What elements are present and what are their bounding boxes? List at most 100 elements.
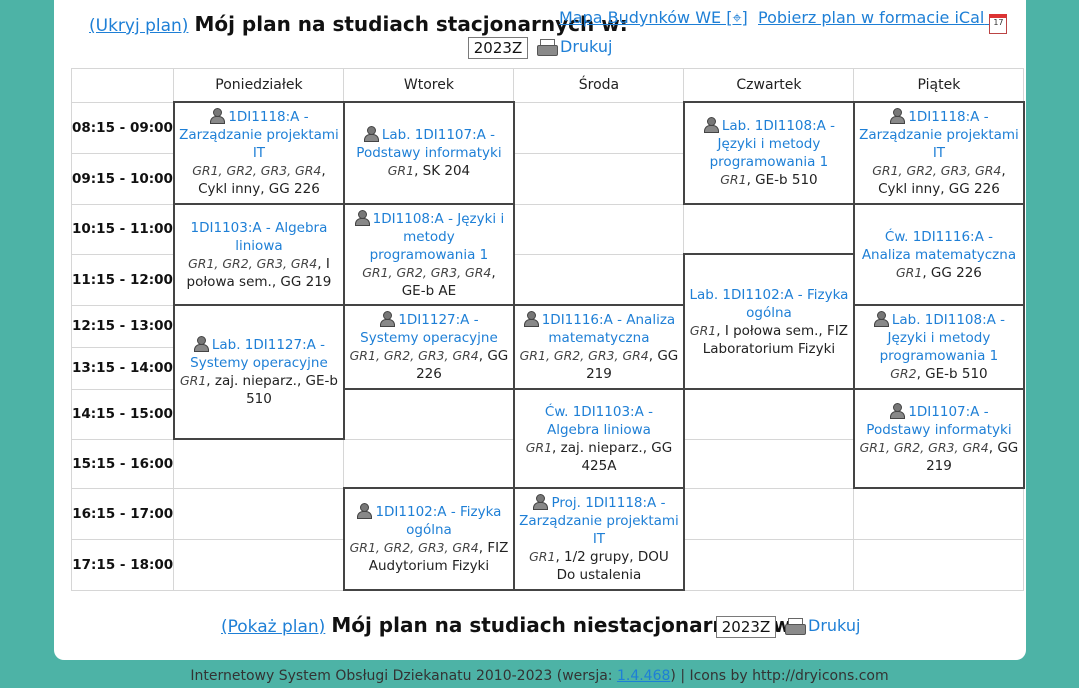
event-title[interactable]: 1DI1116:A - Analiza matematyczna [542, 312, 675, 346]
event-cell[interactable]: Lab. 1DI1127:A - Systemy operacyjne GR1,… [172, 304, 345, 440]
event-groups: GR2 [890, 366, 917, 381]
event-title[interactable]: 1DI1118:A - Zarządzanie projektami IT [859, 109, 1019, 161]
footer: Internetowy System Obsługi Dziekanatu 20… [0, 668, 1079, 684]
event-groups: GR1 [720, 172, 747, 187]
event-title[interactable]: Lab. 1DI1127:A - Systemy operacyjne [190, 337, 328, 371]
time-slot: 11:15 - 12:00 [70, 253, 175, 306]
event-groups: GR1, GR2, GR3, GR4 [188, 255, 318, 271]
event-cell[interactable]: Lab. 1DI1107:A - Podstawy informatyki GR… [342, 101, 515, 205]
event-title[interactable]: 1DI1107:A - Podstawy informatyki [866, 404, 1011, 438]
hide-plan-link[interactable]: (Ukryj plan) [89, 16, 188, 36]
user-icon [379, 311, 396, 327]
show-plan-link[interactable]: (Pokaż plan) [221, 617, 325, 637]
event-cell[interactable]: Ćw. 1DI1103:A - Algebra liniowa GR1, zaj… [512, 388, 685, 489]
user-icon [356, 503, 373, 519]
day-header: Środa [513, 68, 685, 103]
empty-cell [513, 101, 685, 154]
time-slot: 08:15 - 09:00 [70, 101, 175, 154]
event-groups: GR1 [525, 439, 553, 455]
event-title[interactable]: Ćw. 1DI1103:A - Algebra liniowa [545, 404, 653, 438]
event-title[interactable]: 1DI1108:A - Języki i metody programowani… [370, 211, 505, 263]
version-link[interactable]: 1.4.468 [617, 668, 670, 684]
event-title[interactable]: Ćw. 1DI1116:A - Analiza matematyczna [862, 229, 1016, 263]
event-title[interactable]: 1DI1102:A - Fizyka ogólna [375, 504, 501, 538]
empty-cell [853, 487, 1025, 540]
ical-link-label: Pobierz plan w formacie iCal [758, 8, 985, 27]
empty-cell [343, 438, 515, 489]
empty-cell [173, 487, 345, 540]
footer-suffix: ) | Icons by http://dryicons.com [670, 668, 889, 684]
event-cell[interactable]: 1DI1118:A - Zarządzanie projektami IT GR… [852, 101, 1025, 205]
empty-cell [513, 203, 685, 255]
event-place: , GE-b 510 [916, 366, 988, 382]
event-groups: GR1, GR2, GR3, GR4 [362, 264, 492, 280]
time-slot: 17:15 - 18:00 [70, 538, 175, 591]
time-slot: 09:15 - 10:00 [70, 152, 175, 205]
event-cell[interactable]: 1DI1127:A - Systemy operacyjne GR1, GR2,… [342, 304, 515, 390]
time-slot: 14:15 - 15:00 [70, 388, 175, 440]
event-place: , zaj. nieparz., GE-b 510 [206, 373, 338, 407]
schedule-table: Poniedziałek Wtorek Środa Czwartek Piąte… [70, 68, 1025, 591]
nonstationary-plan-header: (Pokaż plan) Mój plan na studiach niestac… [221, 613, 799, 637]
event-title[interactable]: Lab. 1DI1102:A - Fizyka ogólna [689, 287, 848, 321]
ical-download-link[interactable]: Pobierz plan w formacie iCal 17 [758, 8, 1008, 34]
empty-cell [513, 253, 685, 306]
event-groups: GR1, GR2, GR3, GR4 [519, 348, 649, 363]
event-groups: GR1 [179, 373, 207, 388]
event-cell[interactable]: Proj. 1DI1118:A - Zarządzanie projektami… [512, 487, 685, 591]
user-icon [532, 494, 549, 510]
event-title[interactable]: Lab. 1DI1108:A - Języki i metody program… [710, 118, 835, 170]
print-button[interactable]: Drukuj [536, 37, 612, 57]
event-cell[interactable]: 1DI1118:A - Zarządzanie projektami IT GR… [172, 101, 345, 205]
user-icon [703, 117, 719, 133]
day-header: Piątek [853, 68, 1025, 103]
event-cell[interactable]: 1DI1107:A - Podstawy informatyki GR1, GR… [852, 388, 1025, 489]
empty-cell [683, 203, 855, 255]
event-title[interactable]: Lab. 1DI1107:A - Podstawy informatyki [356, 127, 501, 161]
calendar-icon: 17 [989, 14, 1008, 34]
time-slot: 16:15 - 17:00 [70, 487, 175, 540]
time-slot: 15:15 - 16:00 [70, 438, 175, 489]
empty-cell [513, 152, 685, 205]
event-cell[interactable]: 1DI1103:A - Algebra liniowa GR1, GR2, GR… [172, 203, 345, 306]
event-title[interactable]: Lab. 1DI1108:A - Języki i metody program… [880, 312, 1005, 364]
event-cell[interactable]: Lab. 1DI1108:A - Języki i metody program… [682, 101, 855, 205]
user-icon [193, 336, 209, 352]
semester-select[interactable]: 2023Z [468, 37, 528, 59]
building-map-link[interactable]: Mapa Budynków WE [⌖] [559, 8, 748, 28]
empty-cell [683, 487, 855, 540]
event-groups: GR1 [529, 549, 556, 564]
stationary-plan-header: (Ukryj plan) Mój plan na studiach stacjon… [89, 12, 628, 36]
event-cell[interactable]: Ćw. 1DI1116:A - Analiza matematyczna GR1… [852, 203, 1025, 306]
event-cell[interactable]: 1DI1108:A - Języki i metody programowani… [342, 203, 515, 306]
event-groups: GR1, GR2, GR3, GR4 [349, 348, 479, 363]
event-cell[interactable]: 1DI1102:A - Fizyka ogólna GR1, GR2, GR3,… [342, 487, 515, 591]
event-cell[interactable]: Lab. 1DI1102:A - Fizyka ogólna GR1, I po… [682, 253, 855, 390]
event-groups: GR1 [896, 264, 923, 280]
printer-icon [784, 617, 806, 636]
day-header: Poniedziałek [173, 68, 345, 103]
event-groups: GR1, GR2, GR3, GR4 [192, 163, 322, 178]
event-cell[interactable]: 1DI1116:A - Analiza matematyczna GR1, GR… [512, 304, 685, 390]
event-groups: GR1, GR2, GR3, GR4 [349, 540, 479, 555]
semester-select-2[interactable]: 2023Z [716, 616, 776, 638]
event-title[interactable]: 1DI1103:A - Algebra liniowa [191, 220, 328, 254]
event-place: , SK 204 [414, 163, 471, 179]
user-icon [889, 402, 906, 419]
event-place: , GE-b 510 [746, 172, 818, 188]
event-place: , 1/2 grupy, DOU Do ustalenia [555, 549, 669, 583]
day-header: Czwartek [683, 68, 855, 103]
empty-cell [683, 388, 855, 440]
time-slot: 13:15 - 14:00 [70, 346, 175, 390]
event-place: , zaj. nieparz., GG 425A [552, 439, 673, 474]
user-icon [354, 209, 370, 226]
empty-cell [683, 538, 855, 591]
empty-cell [173, 538, 345, 591]
print-button-2[interactable]: Drukuj [784, 616, 860, 636]
event-place: , I połowa sem., FIZ Laboratorium Fizyki [702, 322, 848, 357]
time-slot: 12:15 - 13:00 [70, 304, 175, 348]
event-cell[interactable]: Lab. 1DI1108:A - Języki i metody program… [852, 304, 1025, 390]
event-groups: GR1 [689, 322, 717, 338]
event-title[interactable]: 1DI1118:A - Zarządzanie projektami IT [179, 109, 339, 161]
user-icon [209, 108, 226, 124]
